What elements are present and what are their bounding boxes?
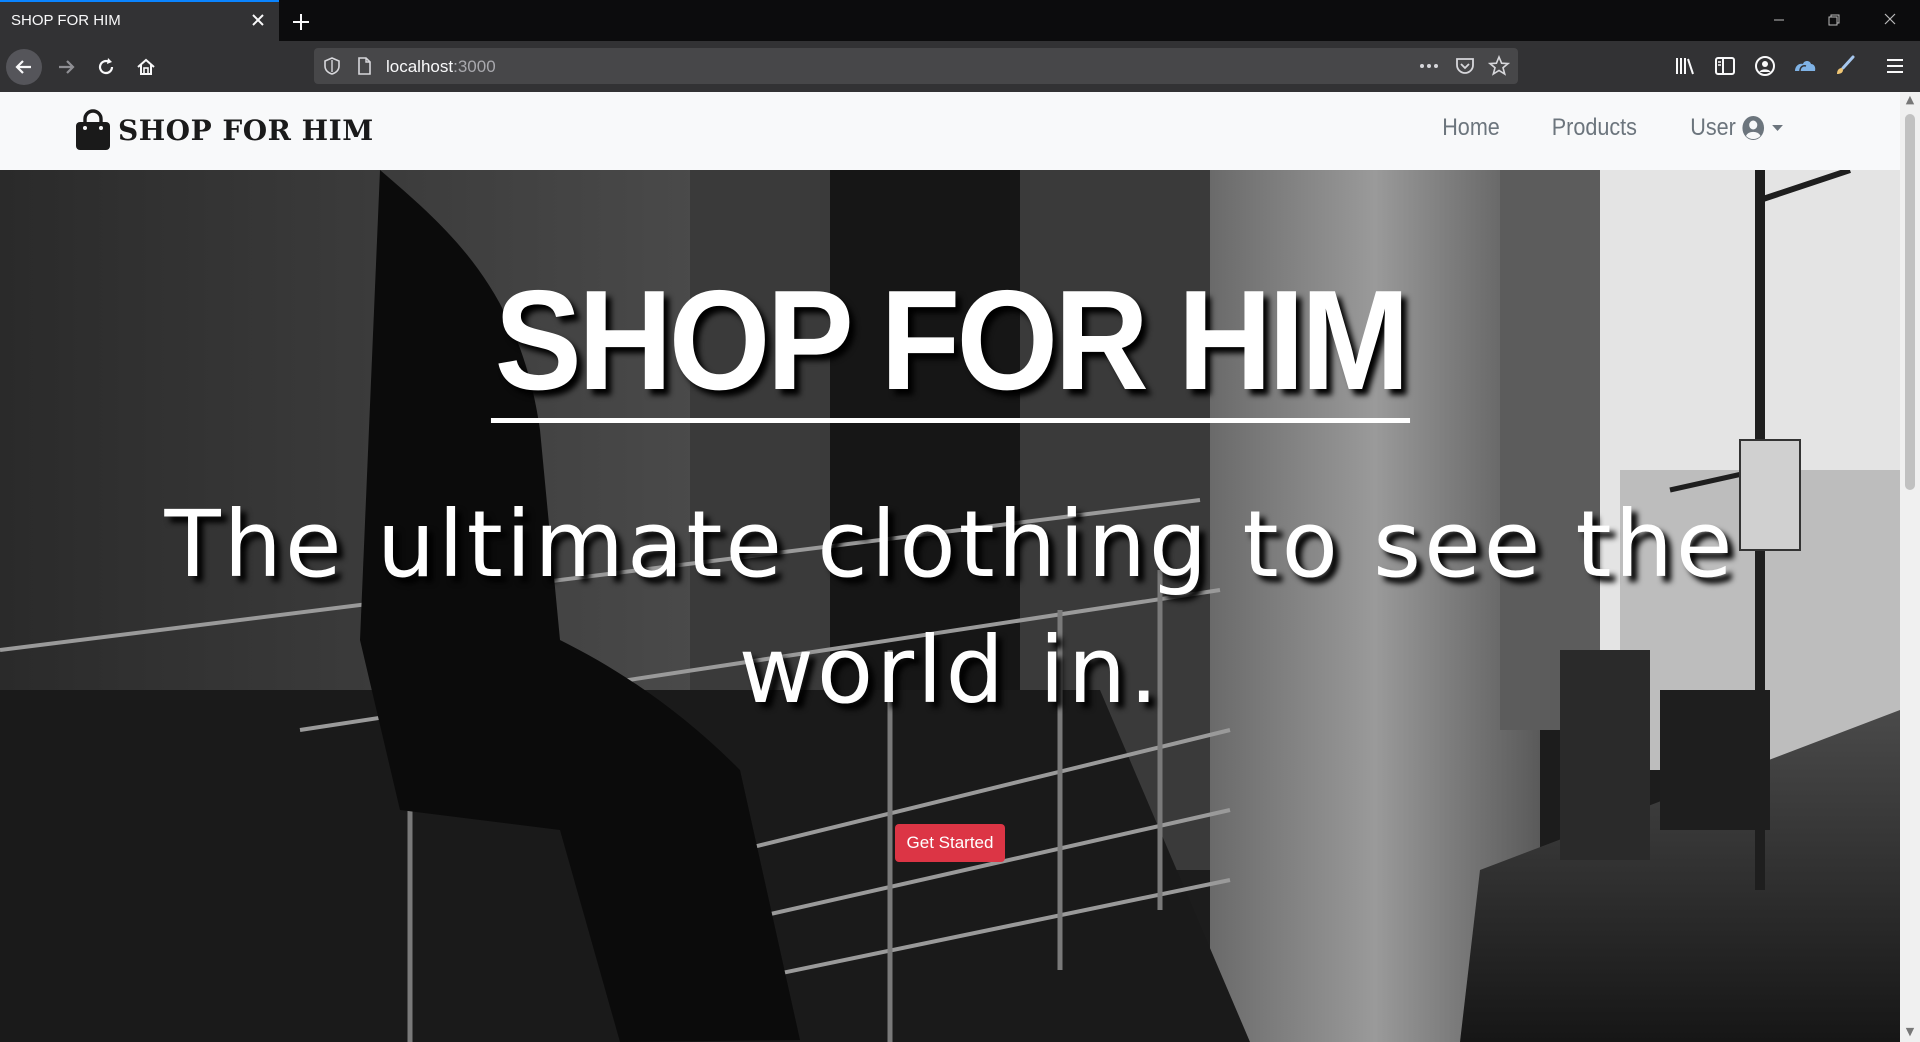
reload-icon [98, 58, 114, 75]
reload-button[interactable] [88, 49, 124, 85]
page-viewport: SHOP FOR HIM Home Products User SHOP FOR… [0, 92, 1920, 1042]
caret-down-icon [1772, 125, 1783, 131]
cloud-icon[interactable] [1792, 53, 1818, 79]
restore-icon[interactable] [1819, 8, 1849, 32]
url-port: :3000 [453, 57, 496, 76]
brand-link[interactable]: SHOP FOR HIM [74, 105, 374, 155]
get-started-button[interactable]: Get Started [895, 824, 1005, 862]
nav-home-link[interactable]: Home [1442, 114, 1500, 142]
shield-icon[interactable] [322, 56, 342, 76]
page-scrollbar[interactable]: ▲ ▼ [1900, 92, 1920, 1042]
hero-section: SHOP FOR HIM The ultimate clothing to se… [0, 170, 1900, 1042]
account-icon[interactable] [1752, 53, 1778, 79]
brand-name: SHOP FOR HIM [118, 113, 374, 147]
hero-subtitle: The ultimate clothing to see the world i… [164, 491, 1736, 724]
url-field[interactable]: localhost:3000 [386, 57, 496, 77]
shopping-bag-icon [76, 109, 110, 150]
nav-products-link[interactable]: Products [1551, 114, 1636, 142]
tab-strip: SHOP FOR HIM [0, 0, 1920, 41]
window-close-icon[interactable] [1875, 8, 1905, 32]
nav-user-dropdown[interactable]: User [1691, 114, 1785, 142]
hero-title-text: SHOP FOR HIM [490, 270, 1410, 423]
library-icon[interactable] [1672, 53, 1698, 79]
back-button[interactable] [6, 49, 42, 85]
nav-user-label: User [1690, 114, 1737, 141]
close-tab-icon[interactable] [247, 9, 269, 31]
browser-tab[interactable]: SHOP FOR HIM [0, 0, 279, 41]
browser-toolbar: localhost:3000 [0, 41, 1920, 92]
url-host: localhost [386, 57, 454, 76]
forward-button[interactable] [48, 49, 84, 85]
site-nav-links: Home Products User [1439, 114, 1790, 142]
tab-title: SHOP FOR HIM [11, 12, 121, 29]
star-icon[interactable] [1488, 55, 1510, 77]
hamburger-menu-icon[interactable] [1882, 53, 1908, 79]
home-button[interactable] [128, 49, 164, 85]
paintbrush-icon[interactable] [1832, 53, 1858, 79]
home-icon [137, 58, 155, 75]
pocket-icon[interactable] [1454, 56, 1476, 76]
minimize-icon[interactable] [1764, 8, 1794, 32]
site-navbar: SHOP FOR HIM Home Products User [0, 92, 1900, 170]
user-circle-icon [1742, 116, 1765, 140]
scroll-up-icon[interactable]: ▲ [1904, 94, 1916, 106]
address-bar[interactable]: localhost:3000 [314, 48, 1518, 84]
scroll-down-icon[interactable]: ▼ [1904, 1026, 1916, 1038]
new-tab-icon[interactable] [288, 9, 314, 35]
page-icon[interactable] [354, 56, 374, 76]
scrollbar-thumb[interactable] [1905, 114, 1915, 490]
sidebar-icon[interactable] [1712, 53, 1738, 79]
forward-arrow-icon [59, 60, 75, 74]
back-arrow-icon [15, 60, 31, 74]
more-icon[interactable] [1418, 56, 1440, 76]
hero-title: SHOP FOR HIM [0, 270, 1900, 423]
